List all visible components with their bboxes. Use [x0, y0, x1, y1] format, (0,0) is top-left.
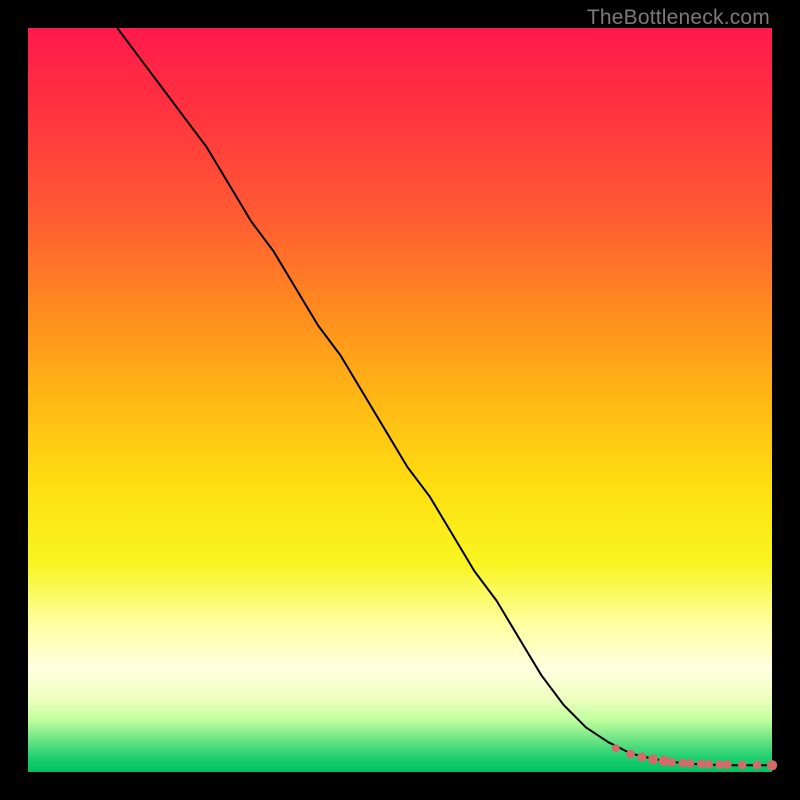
watermark-text: TheBottleneck.com	[587, 6, 770, 30]
bottleneck-curve	[117, 28, 772, 765]
gpu-dot	[612, 744, 620, 752]
gpu-dot	[667, 758, 676, 767]
chart-overlay	[28, 28, 772, 772]
gpu-dot	[767, 760, 777, 770]
gpu-dot	[723, 760, 732, 769]
gpu-dot	[637, 753, 646, 762]
gpu-dot	[626, 750, 635, 759]
gpu-dot	[716, 760, 725, 769]
gpu-dot	[648, 755, 658, 765]
gpu-dot	[686, 759, 695, 768]
gpu-dot	[678, 759, 687, 768]
gpu-dot	[738, 761, 747, 770]
gpu-dot	[705, 760, 714, 769]
gpu-dot	[697, 760, 706, 769]
gpu-scatter-points	[612, 744, 777, 770]
chart-frame: TheBottleneck.com	[0, 0, 800, 800]
gpu-dot	[753, 761, 762, 770]
